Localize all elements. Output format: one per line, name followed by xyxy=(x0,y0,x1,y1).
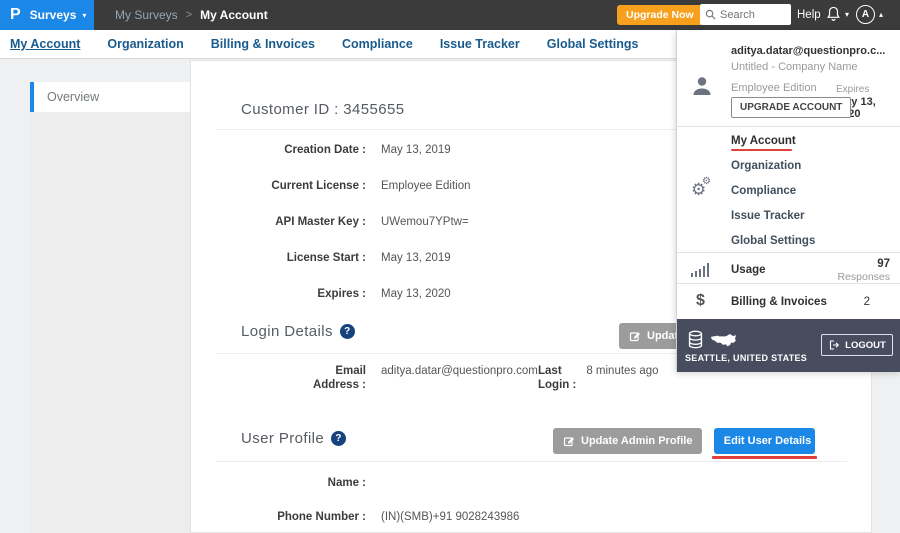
field-row-creation-date: Creation Date : May 13, 2019 xyxy=(216,143,451,157)
tab-global-settings[interactable]: Global Settings xyxy=(547,37,639,51)
field-value: May 13, 2019 xyxy=(381,251,451,265)
field-label: Creation Date : xyxy=(216,143,366,157)
user-icon xyxy=(690,74,714,98)
edit-icon xyxy=(629,330,641,342)
chevron-down-icon: ▾ xyxy=(82,11,86,20)
notifications-menu[interactable]: ▾ xyxy=(825,5,849,24)
dropdown-company-name: Untitled - Company Name xyxy=(731,61,858,73)
sidebar-item-overview[interactable]: Overview xyxy=(30,82,190,112)
field-label: Email Address : xyxy=(216,364,366,392)
dropdown-item-my-account[interactable]: My Account xyxy=(731,135,796,147)
last-login-value: 8 minutes ago xyxy=(586,364,658,392)
field-label: API Master Key : xyxy=(216,215,366,229)
search-input[interactable] xyxy=(720,9,782,21)
field-value: May 13, 2020 xyxy=(381,287,451,301)
search-box[interactable] xyxy=(700,4,791,25)
dropdown-item-issue-tracker[interactable]: Issue Tracker xyxy=(731,210,805,222)
field-label: Expires : xyxy=(216,287,366,301)
dropdown-expires-label: Expires xyxy=(836,84,869,95)
dollar-icon: $ xyxy=(696,292,705,310)
usage-count: 97 xyxy=(877,258,890,270)
field-row-name: Name : xyxy=(216,476,381,490)
breadcrumb-my-surveys[interactable]: My Surveys xyxy=(115,8,178,22)
phone-value: (IN)(SMB)+91 9028243986 xyxy=(381,510,519,524)
help-icon[interactable]: ? xyxy=(331,431,346,446)
tab-billing-invoices[interactable]: Billing & Invoices xyxy=(211,37,315,51)
field-value: May 13, 2019 xyxy=(381,143,451,157)
dropdown-user-email: aditya.datar@questionpro.c... xyxy=(731,45,885,57)
datacenter-location: SEATTLE, UNITED STATES xyxy=(685,353,807,363)
usage-unit: Responses xyxy=(837,271,890,283)
tab-my-account[interactable]: My Account xyxy=(10,37,80,51)
dropdown-footer: SEATTLE, UNITED STATES LOGOUT xyxy=(677,319,900,372)
annotation-underline xyxy=(731,149,792,151)
dropdown-item-compliance[interactable]: Compliance xyxy=(731,185,796,197)
dropdown-item-usage[interactable]: Usage xyxy=(731,264,766,276)
server-stack-icon xyxy=(687,330,704,349)
tab-organization[interactable]: Organization xyxy=(107,37,183,51)
dropdown-item-organization[interactable]: Organization xyxy=(731,160,801,172)
divider xyxy=(216,461,847,462)
field-label: License Start : xyxy=(216,251,366,265)
breadcrumb: My Surveys > My Account xyxy=(115,0,268,30)
field-row-email: Email Address : aditya.datar@questionpro… xyxy=(216,364,538,392)
field-label: Current License : xyxy=(216,179,366,193)
field-row-expires: Expires : May 13, 2020 xyxy=(216,287,451,301)
field-value: Employee Edition xyxy=(381,179,471,193)
bell-icon xyxy=(825,5,842,24)
field-row-phone: Phone Number : (IN)(SMB)+91 9028243986 xyxy=(216,510,519,524)
divider xyxy=(677,252,900,253)
help-link[interactable]: Help xyxy=(797,0,821,30)
usage-chart-icon xyxy=(691,263,709,277)
email-value: aditya.datar@questionpro.com xyxy=(381,364,538,392)
update-admin-profile-button[interactable]: Update Admin Profile xyxy=(553,428,702,454)
tab-issue-tracker[interactable]: Issue Tracker xyxy=(440,37,520,51)
product-switcher[interactable]: P Surveys ▾ xyxy=(0,0,94,30)
annotation-underline xyxy=(712,456,817,459)
usa-map-icon xyxy=(710,332,737,348)
login-details-title: Login Details ? xyxy=(241,323,355,340)
chevron-up-icon: ▴ xyxy=(879,10,883,19)
upgrade-account-button[interactable]: UPGRADE ACCOUNT xyxy=(731,97,851,118)
gears-icon: ⚙ ⚙ xyxy=(691,180,706,200)
field-row-current-license: Current License : Employee Edition xyxy=(216,179,471,193)
product-name: Surveys xyxy=(30,8,77,22)
dropdown-license-edition: Employee Edition xyxy=(731,82,817,94)
user-profile-title: User Profile ? xyxy=(241,430,346,447)
logout-icon xyxy=(828,339,840,351)
field-label: Phone Number : xyxy=(216,510,366,524)
tab-compliance[interactable]: Compliance xyxy=(342,37,413,51)
divider xyxy=(677,126,900,127)
logout-button[interactable]: LOGOUT xyxy=(821,334,893,356)
field-row-license-start: License Start : May 13, 2019 xyxy=(216,251,451,265)
divider xyxy=(677,283,900,284)
dropdown-item-global-settings[interactable]: Global Settings xyxy=(731,235,815,247)
field-row-last-login: Last Login : 8 minutes ago xyxy=(538,364,659,392)
field-label: Last Login : xyxy=(538,364,576,392)
field-label: Name : xyxy=(216,476,366,490)
breadcrumb-my-account: My Account xyxy=(200,8,268,22)
field-row-api-master-key: API Master Key : UWemou7YPtw= xyxy=(216,215,469,229)
page-title: Customer ID : 3455655 xyxy=(241,101,404,118)
field-value: UWemou7YPtw= xyxy=(381,215,469,229)
dropdown-item-billing-invoices[interactable]: Billing & Invoices xyxy=(731,296,827,308)
upgrade-now-button[interactable]: Upgrade Now xyxy=(617,5,703,25)
edit-user-details-button[interactable]: Edit User Details xyxy=(714,428,815,454)
account-dropdown-panel: aditya.datar@questionpro.c... Untitled -… xyxy=(676,30,900,372)
help-icon[interactable]: ? xyxy=(340,324,355,339)
chevron-down-icon: ▾ xyxy=(845,10,849,19)
questionpro-logo: P xyxy=(10,6,21,24)
sidebar-panel xyxy=(30,112,190,533)
avatar: A xyxy=(856,5,875,24)
billing-count: 2 xyxy=(864,296,870,308)
breadcrumb-separator-icon: > xyxy=(186,9,192,21)
account-menu[interactable]: A ▴ xyxy=(856,5,883,24)
sidebar-item-label: Overview xyxy=(47,90,99,104)
search-icon xyxy=(705,9,716,20)
edit-icon xyxy=(563,435,575,447)
top-header: P Surveys ▾ My Surveys > My Account Upgr… xyxy=(0,0,900,30)
